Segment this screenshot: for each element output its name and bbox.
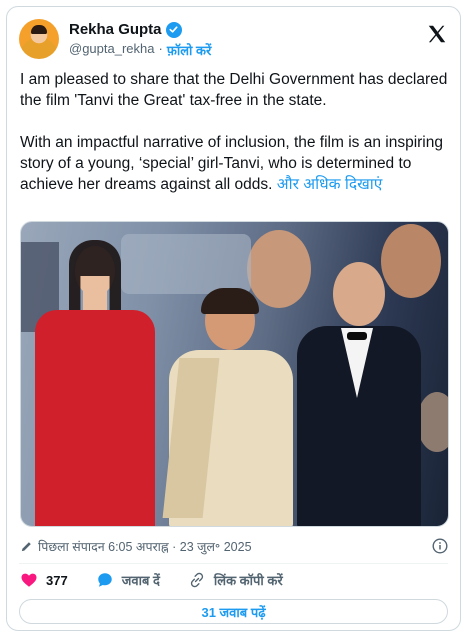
- reply-bubble-icon: [97, 573, 112, 587]
- author-name-row: Rekha Gupta: [69, 21, 182, 38]
- follow-link[interactable]: फ़ॉलो करें: [167, 41, 211, 59]
- tweet-card: Rekha Gupta @gupta_rekha · फ़ॉलो करें I …: [6, 6, 461, 631]
- avatar[interactable]: [19, 19, 59, 59]
- x-logo-icon[interactable]: [426, 23, 448, 45]
- like-button[interactable]: 377: [20, 571, 68, 589]
- tweet-photo[interactable]: [20, 221, 449, 527]
- tweet-header: Rekha Gupta @gupta_rekha · फ़ॉलो करें: [19, 19, 448, 63]
- read-replies-button[interactable]: 31 जवाब पढ़ें: [19, 599, 448, 624]
- tweet-paragraph-2: With an impactful narrative of inclusion…: [20, 132, 450, 195]
- tweet-paragraph-1: I am pleased to share that the Delhi Gov…: [20, 71, 448, 109]
- info-icon[interactable]: [432, 538, 448, 554]
- edited-timestamp[interactable]: पिछला संपादन 6:05 अपराह्न · 23 जुल॰ 2025: [38, 538, 252, 555]
- pencil-icon: [21, 541, 31, 551]
- heart-icon: [21, 573, 37, 587]
- separator-dot: ·: [158, 41, 163, 56]
- author-handle-row: @gupta_rekha · फ़ॉलो करें: [69, 41, 211, 59]
- divider: [19, 563, 448, 564]
- reply-label: जवाब दें: [121, 573, 160, 588]
- like-count: 377: [46, 572, 68, 588]
- tweet-text: I am pleased to share that the Delhi Gov…: [20, 69, 450, 216]
- copy-link-button[interactable]: लिंक कॉपी करें: [188, 571, 283, 589]
- copy-link-label: लिंक कॉपी करें: [213, 573, 283, 588]
- action-bar: 377 जवाब दें लिंक कॉपी करें: [20, 568, 311, 592]
- show-more-link[interactable]: और अधिक दिखाएं: [277, 176, 383, 193]
- author-display-name[interactable]: Rekha Gupta: [69, 21, 162, 38]
- person-center: [161, 288, 299, 526]
- tweet-meta: पिछला संपादन 6:05 अपराह्न · 23 जुल॰ 2025: [20, 535, 448, 557]
- link-icon: [190, 572, 204, 588]
- person-left: [31, 240, 159, 526]
- author-handle[interactable]: @gupta_rekha: [69, 41, 154, 59]
- verified-badge-icon: [165, 21, 182, 38]
- person-right: [293, 258, 421, 526]
- reply-button[interactable]: जवाब दें: [96, 571, 160, 589]
